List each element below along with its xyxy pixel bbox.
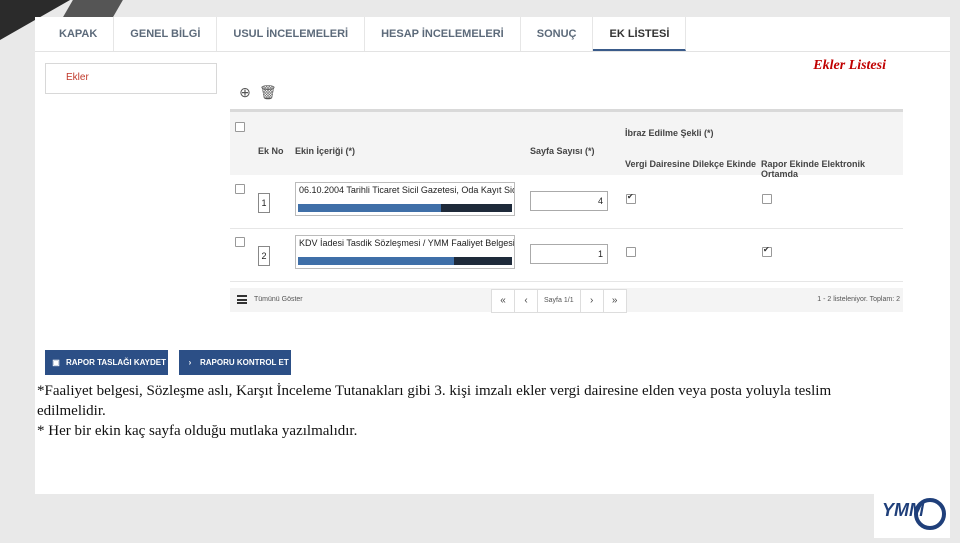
chevron-right-icon: › bbox=[188, 358, 192, 367]
table-row: 1 06.10.2004 Tarihli Ticaret Sicil Gazet… bbox=[230, 176, 903, 229]
delete-list-icon[interactable]: 🗑 bbox=[259, 84, 277, 100]
select-all-checkbox[interactable] bbox=[235, 122, 245, 132]
row-content-text: 06.10.2004 Tarihli Ticaret Sicil Gazetes… bbox=[299, 185, 515, 195]
row-checkbox[interactable] bbox=[235, 184, 245, 194]
add-circle-icon[interactable]: ⊕ bbox=[237, 84, 253, 100]
record-count: 1 - 2 listeleniyor. Toplam: 2 bbox=[817, 296, 900, 303]
page-indicator: Sayfa 1/1 bbox=[538, 290, 581, 312]
sidebar-item-ekler[interactable]: Ekler bbox=[45, 63, 217, 94]
row-electronic-checkbox[interactable] bbox=[762, 245, 772, 257]
row-content-input[interactable]: 06.10.2004 Tarihli Ticaret Sicil Gazetes… bbox=[295, 182, 515, 216]
save-icon: ▣ bbox=[52, 358, 60, 367]
row-pages-input[interactable]: 4 bbox=[530, 191, 608, 211]
table-header: Ek No Ekin İçeriği (*) Sayfa Sayısı (*) … bbox=[230, 109, 903, 179]
tab-ek-listesi[interactable]: EK LİSTESİ bbox=[593, 17, 687, 51]
page-label: Sayfa bbox=[544, 297, 562, 304]
tab-bar: KAPAK GENEL BİLGİ USUL İNCELEMELERİ HESA… bbox=[35, 17, 950, 52]
check-report-button[interactable]: › RAPORU KONTROL ET bbox=[179, 350, 291, 375]
ymm-logo: YMM bbox=[874, 494, 950, 538]
note-line-1: *Faaliyet belgesi, Sözleşme aslı, Karşıt… bbox=[37, 383, 832, 419]
next-page-icon[interactable]: › bbox=[581, 290, 604, 312]
prev-page-icon[interactable]: ‹ bbox=[515, 290, 538, 312]
header-ek-no: Ek No bbox=[258, 146, 284, 156]
first-page-icon[interactable]: « bbox=[492, 290, 515, 312]
row-petition-checkbox[interactable] bbox=[626, 192, 636, 204]
row-content-scrollbar[interactable] bbox=[298, 257, 512, 265]
list-icon bbox=[237, 295, 247, 304]
tab-usul-incelemeleri[interactable]: USUL İNCELEMELERİ bbox=[217, 17, 366, 51]
pagination: « ‹ Sayfa 1/1 › » bbox=[491, 289, 627, 313]
row-content-scrollbar[interactable] bbox=[298, 204, 512, 212]
last-page-icon[interactable]: » bbox=[604, 290, 626, 312]
header-content: Ekin İçeriği (*) bbox=[295, 146, 356, 156]
header-petition: Vergi Dairesine Dilekçe Ekinde bbox=[625, 159, 757, 169]
table-footer: Tümünü Göster « ‹ Sayfa 1/1 › » 1 - 2 li… bbox=[230, 288, 903, 313]
header-pages: Sayfa Sayısı (*) bbox=[530, 146, 595, 156]
note-line-2: * Her bir ekin kaç sayfa olduğu mutlaka … bbox=[37, 423, 358, 439]
tab-kapak[interactable]: KAPAK bbox=[43, 17, 115, 51]
scrollbar-thumb[interactable] bbox=[298, 204, 442, 212]
save-draft-label: RAPOR TASLAĞI KAYDET bbox=[66, 358, 167, 367]
row-petition-checkbox[interactable] bbox=[626, 247, 636, 257]
row-content-input[interactable]: KDV İadesi Tasdik Sözleşmesi / YMM Faali… bbox=[295, 235, 515, 269]
row-ek-no[interactable]: 1 bbox=[258, 193, 270, 213]
notes-block: *Faaliyet belgesi, Sözleşme aslı, Karşıt… bbox=[37, 381, 897, 441]
show-all-button[interactable]: Tümünü Göster bbox=[230, 288, 306, 312]
table-row: 2 KDV İadesi Tasdik Sözleşmesi / YMM Faa… bbox=[230, 229, 903, 282]
logo-text: YMM bbox=[882, 500, 925, 520]
table-toolbar: ⊕ 🗑 bbox=[237, 84, 277, 100]
page-total: /1 bbox=[567, 297, 574, 304]
row-electronic-checkbox[interactable] bbox=[762, 194, 772, 204]
tab-sonuc[interactable]: SONUÇ bbox=[521, 17, 594, 51]
tab-hesap-incelemeleri[interactable]: HESAP İNCELEMELERİ bbox=[365, 17, 521, 51]
header-submit-method: İbraz Edilme Şekli (*) bbox=[625, 128, 714, 138]
row-pages-input[interactable]: 1 bbox=[530, 244, 608, 264]
scrollbar-thumb[interactable] bbox=[298, 257, 455, 265]
page-title: Ekler Listesi bbox=[813, 58, 886, 73]
check-report-label: RAPORU KONTROL ET bbox=[200, 358, 289, 367]
row-ek-no[interactable]: 2 bbox=[258, 246, 270, 266]
save-draft-button[interactable]: ▣ RAPOR TASLAĞI KAYDET bbox=[45, 350, 168, 375]
show-all-label: Tümünü Göster bbox=[254, 296, 303, 303]
row-content-text: KDV İadesi Tasdik Sözleşmesi / YMM Faali… bbox=[299, 238, 515, 248]
tab-genel-bilgi[interactable]: GENEL BİLGİ bbox=[114, 17, 218, 51]
attachments-table: Ek No Ekin İçeriği (*) Sayfa Sayısı (*) … bbox=[230, 109, 903, 282]
row-checkbox[interactable] bbox=[235, 237, 245, 247]
